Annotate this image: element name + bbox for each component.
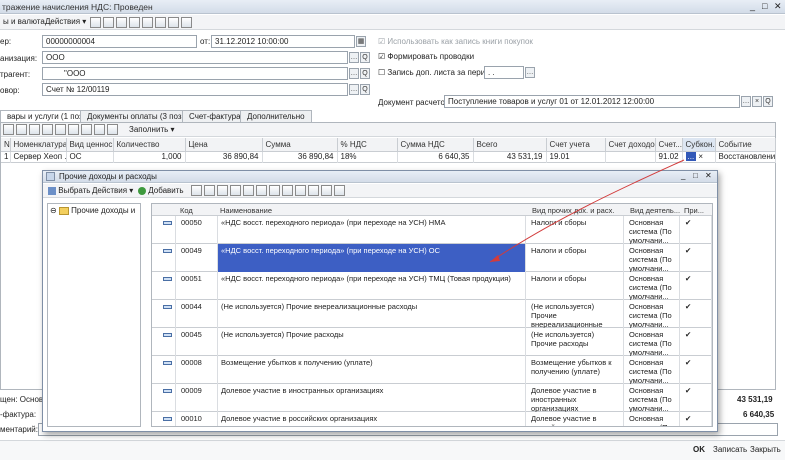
annotation-arrow [489,159,685,263]
